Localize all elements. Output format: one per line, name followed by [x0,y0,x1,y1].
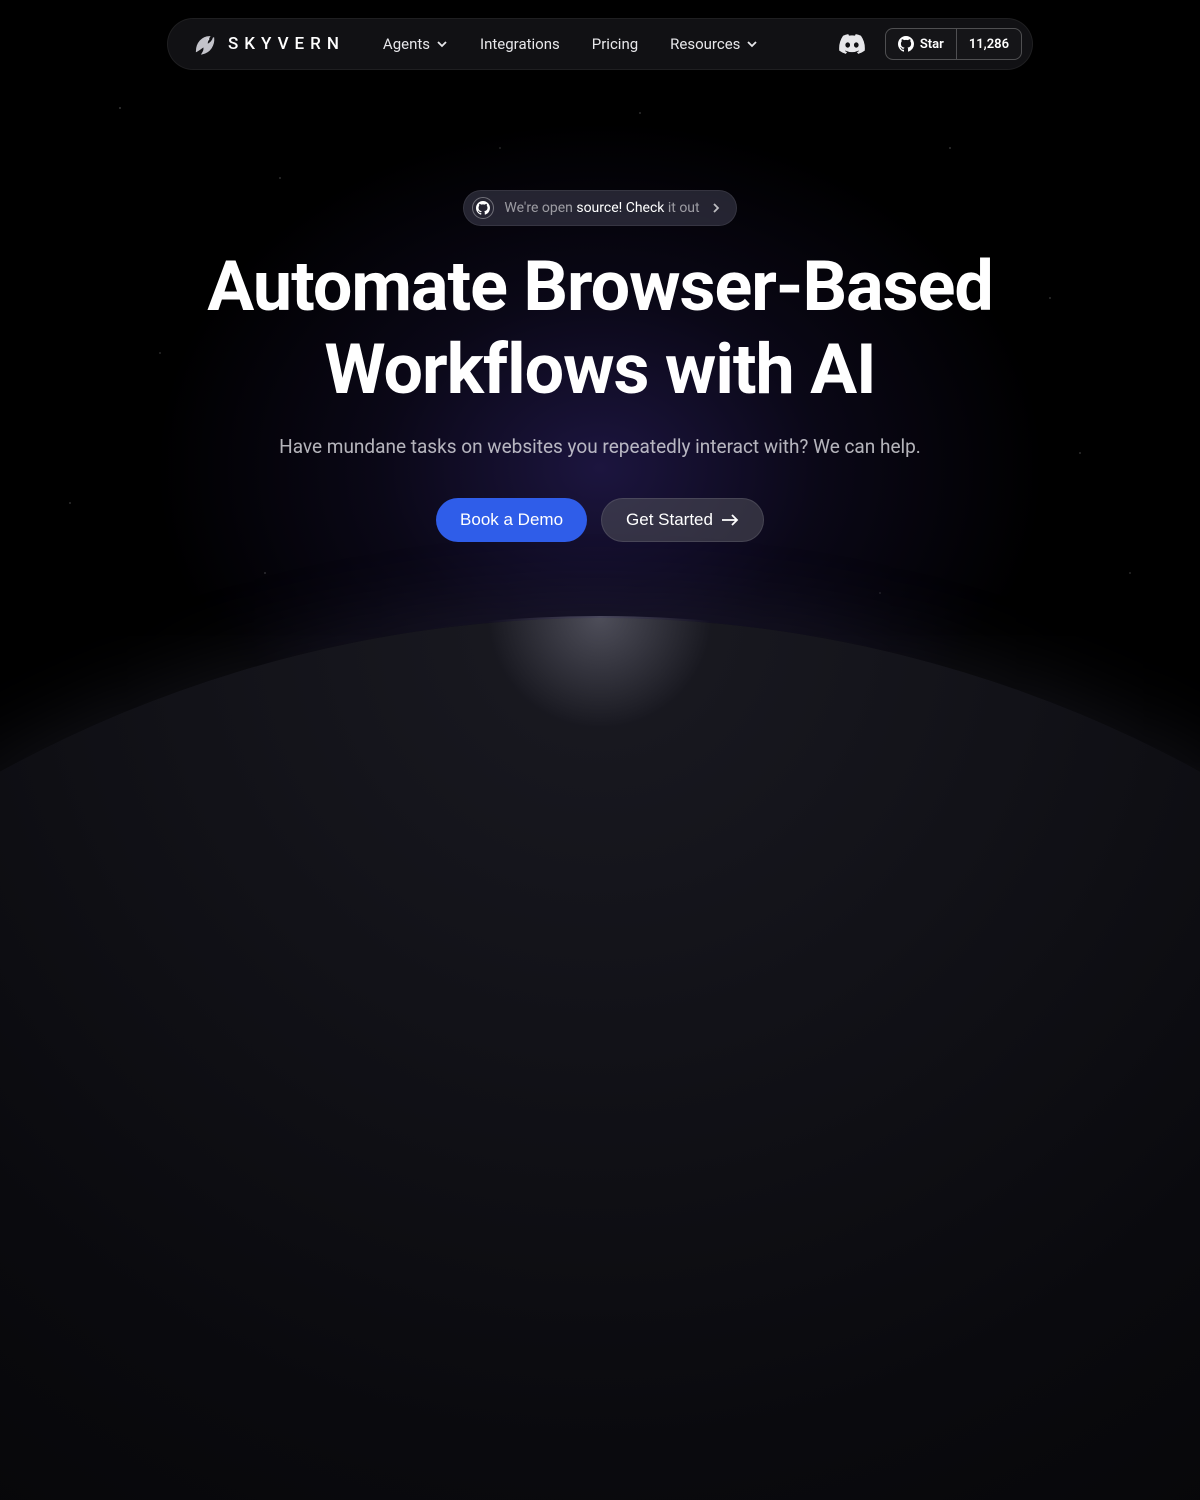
arrow-right-icon [721,513,739,527]
skyvern-logo-icon [190,31,216,57]
headline-line-1: Automate Browser-Based [207,246,993,328]
nav-integrations-label: Integrations [480,35,560,53]
top-navbar: SKYVERN Agents Integrations Pricing Reso… [167,18,1033,70]
chevron-down-icon [436,38,448,50]
brand[interactable]: SKYVERN [190,31,345,57]
headline-line-2: Workflows with AI [324,329,875,411]
github-icon [472,197,494,219]
cta-row: Book a Demo Get Started [436,498,764,542]
nav-pricing[interactable]: Pricing [592,35,638,53]
chevron-down-icon [746,38,758,50]
nav-integrations[interactable]: Integrations [480,35,560,53]
pill-text: We're open source! Check it out [504,200,699,216]
nav-resources[interactable]: Resources [670,35,758,53]
hero-subhead: Have mundane tasks on websites you repea… [279,435,921,458]
nav-agents-label: Agents [383,35,430,53]
book-demo-label: Book a Demo [460,510,563,530]
hero-section: We're open source! Check it out Automate… [0,190,1200,542]
chevron-right-icon [710,202,722,214]
nav-resources-label: Resources [670,35,740,53]
github-star-button[interactable]: Star [886,29,957,59]
github-star-label: Star [920,37,944,52]
open-source-pill[interactable]: We're open source! Check it out [463,190,736,226]
github-star-count[interactable]: 11,286 [957,37,1021,52]
hero-headline: Automate Browser-Based Workflows with AI [207,246,993,411]
get-started-label: Get Started [626,510,713,530]
get-started-button[interactable]: Get Started [601,498,764,542]
nav-links: Agents Integrations Pricing Resources [383,35,759,53]
github-star-widget[interactable]: Star 11,286 [885,28,1022,60]
discord-icon[interactable] [839,34,865,54]
brand-name: SKYVERN [228,34,345,54]
nav-agents[interactable]: Agents [383,35,448,53]
planet-arc [0,618,1200,1500]
github-icon [898,36,914,52]
book-demo-button[interactable]: Book a Demo [436,498,587,542]
nav-pricing-label: Pricing [592,35,638,53]
